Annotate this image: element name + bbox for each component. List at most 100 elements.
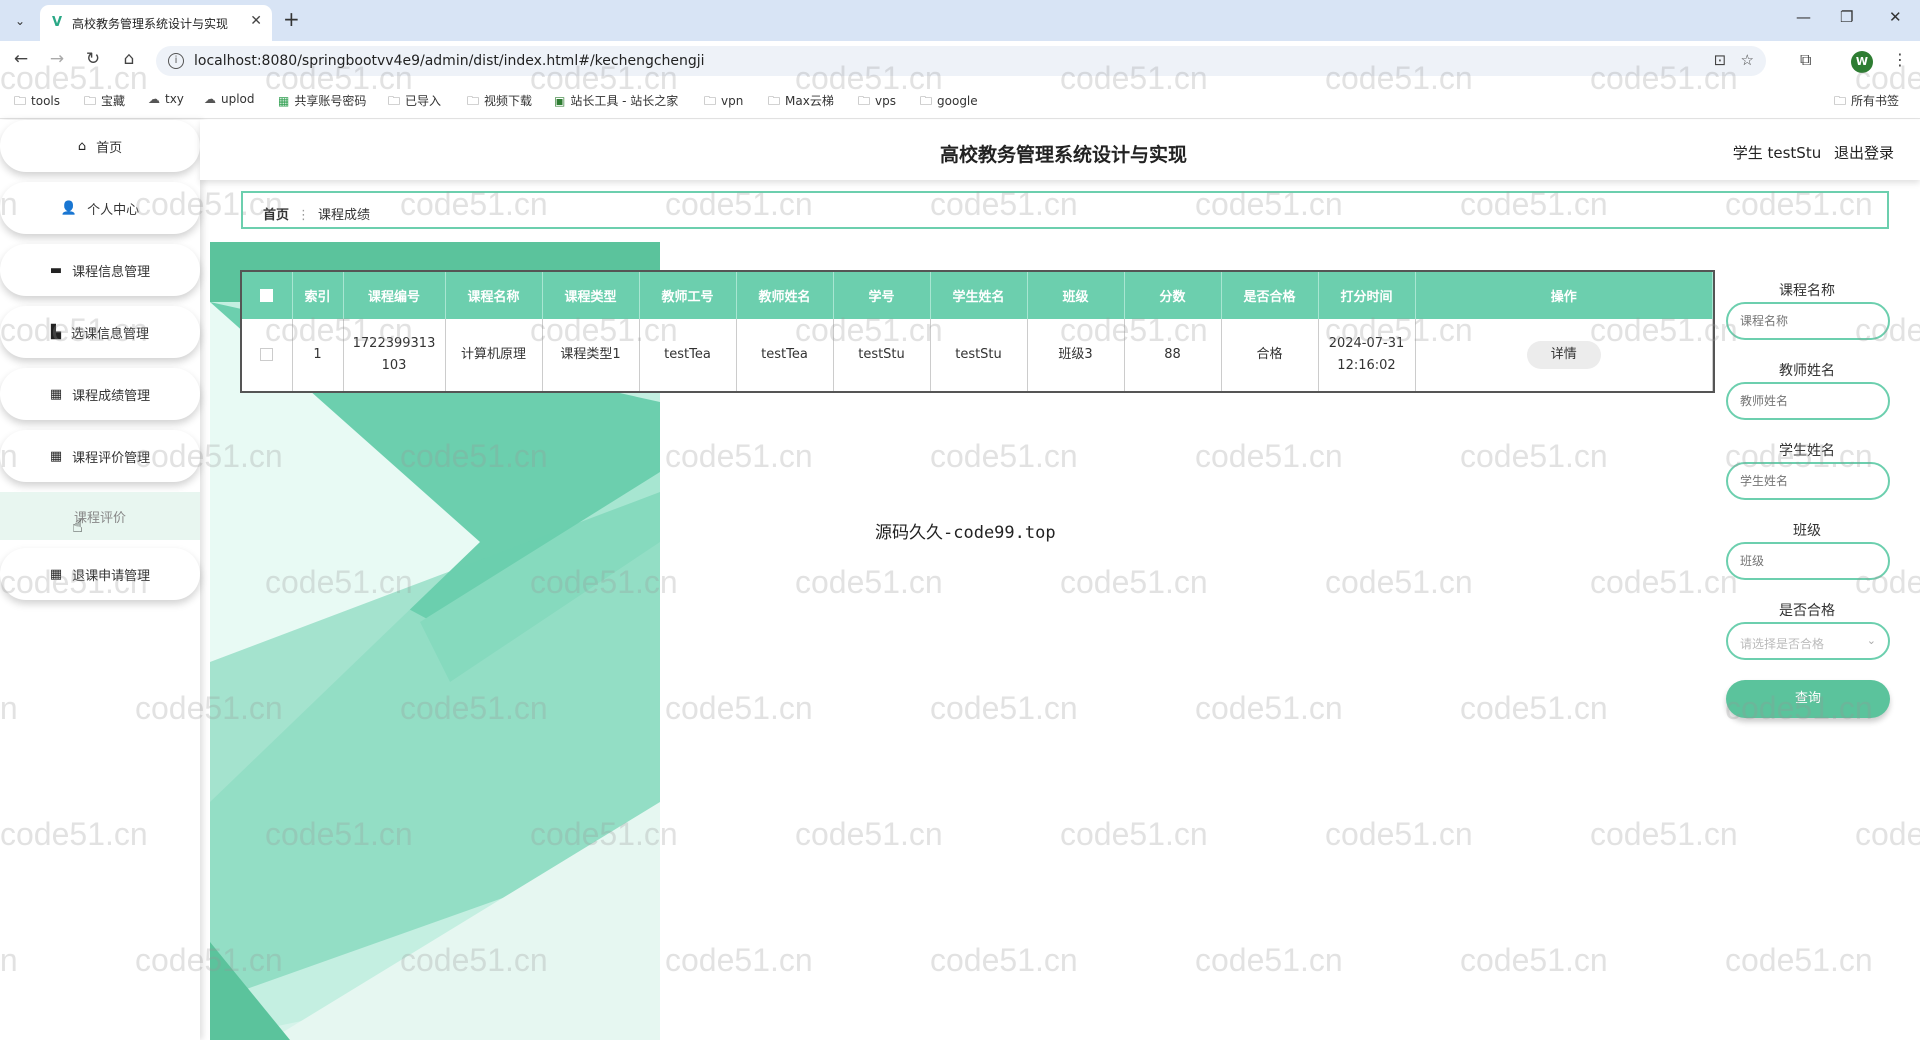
sidebar-item-enrollment[interactable]: ▙ 选课信息管理 bbox=[0, 306, 200, 358]
breadcrumb-current: 课程成绩 bbox=[318, 208, 371, 223]
column-header: 学生姓名 bbox=[930, 272, 1028, 319]
close-window-icon[interactable]: ✕ bbox=[1889, 8, 1902, 26]
sidebar-item-drop-course[interactable]: ▦ 退课申请管理 bbox=[0, 548, 200, 600]
folder-icon: 🗀 bbox=[768, 94, 781, 108]
course-name-label: 课程名称 bbox=[1779, 283, 1835, 299]
bookmark-item[interactable]: ☁ uplod bbox=[204, 92, 255, 106]
home-nav-icon[interactable]: ⌂ bbox=[117, 49, 141, 69]
cell-action: 详情 bbox=[1415, 319, 1713, 391]
column-header: 课程名称 bbox=[445, 272, 543, 319]
passed-select-placeholder: 请选择是否合格 bbox=[1740, 637, 1825, 651]
grid-icon: ▦ bbox=[49, 386, 63, 402]
bookmark-item[interactable]: 🗀 宝藏 bbox=[84, 92, 125, 113]
row-select-cell[interactable] bbox=[242, 319, 293, 391]
column-header: 索引 bbox=[292, 272, 344, 319]
student-name-label: 学生姓名 bbox=[1779, 443, 1835, 459]
forward-icon[interactable]: → bbox=[45, 49, 69, 69]
center-watermark-text: 源码久久-code99.top bbox=[875, 523, 1056, 543]
cell-course-no: 1722399313103 bbox=[343, 319, 446, 391]
folder-icon: 🗀 bbox=[467, 94, 480, 108]
column-header: 学号 bbox=[833, 272, 931, 319]
bookmark-item[interactable]: 🗀 vpn bbox=[704, 92, 743, 113]
tab-title: 高校教务管理系统设计与实现 bbox=[72, 17, 229, 31]
profile-avatar[interactable]: W bbox=[1851, 51, 1873, 73]
current-user: 学生 testStu bbox=[1732, 144, 1822, 162]
column-header: 课程类型 bbox=[542, 272, 640, 319]
column-header: 课程编号 bbox=[343, 272, 446, 319]
student-name-input[interactable] bbox=[1726, 462, 1890, 500]
bookmark-item[interactable]: ☁ txy bbox=[148, 92, 184, 106]
close-tab-icon[interactable]: ✕ bbox=[250, 13, 262, 29]
query-button[interactable]: 查询 bbox=[1726, 680, 1890, 718]
back-icon[interactable]: ← bbox=[9, 49, 33, 69]
tab-list-icon[interactable]: ⌄ bbox=[8, 9, 32, 33]
cell-student-name: testStu bbox=[930, 319, 1028, 391]
reload-icon[interactable]: ↻ bbox=[81, 49, 105, 69]
bookmark-star-icon[interactable]: ⊡ ☆ bbox=[1714, 51, 1754, 69]
cell-score: 88 bbox=[1124, 319, 1222, 391]
column-header: 分数 bbox=[1124, 272, 1222, 319]
address-bar[interactable]: i localhost:8080/springbootvv4e9/admin/d… bbox=[156, 46, 1766, 76]
grid-icon: ▦ bbox=[49, 566, 63, 582]
mouse-cursor-icon: ☝ bbox=[72, 516, 83, 537]
folder-icon: 🗀 bbox=[84, 94, 97, 108]
class-input[interactable] bbox=[1726, 542, 1890, 580]
logout-link[interactable]: 退出登录 bbox=[1834, 144, 1894, 162]
vue-favicon-icon: V bbox=[52, 15, 63, 30]
select-all-checkbox[interactable] bbox=[260, 289, 274, 302]
teacher-name-label: 教师姓名 bbox=[1779, 363, 1835, 379]
minimize-icon[interactable]: — bbox=[1796, 8, 1811, 26]
browser-tab[interactable]: V 高校教务管理系统设计与实现 ✕ bbox=[40, 5, 272, 41]
sidebar: ⌂ 首页 👤 个人中心 ▬ 课程信息管理 ▙ 选课信息管理 ▦ 课程成绩管理 ▦… bbox=[0, 120, 200, 1040]
folder-icon: 🗀 bbox=[14, 94, 27, 108]
restore-icon[interactable]: ❐ bbox=[1840, 8, 1853, 26]
table-header-row: 索引 课程编号 课程名称 课程类型 教师工号 教师姓名 学号 学生姓名 班级 分… bbox=[242, 272, 1713, 319]
column-header: 打分时间 bbox=[1318, 272, 1416, 319]
all-bookmarks[interactable]: 🗀 所有书签 bbox=[1834, 92, 1899, 113]
bookmark-item[interactable]: 🗀 vps bbox=[858, 92, 896, 113]
passed-select[interactable]: 请选择是否合格 ⌄ bbox=[1726, 622, 1890, 660]
table-row: 1 1722399313103 计算机原理 课程类型1 testTea test… bbox=[242, 319, 1713, 391]
bookmark-item[interactable]: ▦ 共享账号密码 bbox=[278, 92, 366, 109]
user-icon: 👤 bbox=[60, 200, 78, 216]
cell-course-type: 课程类型1 bbox=[542, 319, 640, 391]
browser-tabstrip: ⌄ V 高校教务管理系统设计与实现 ✕ + — ❐ ✕ bbox=[0, 0, 1920, 41]
url-text[interactable]: localhost:8080/springbootvv4e9/admin/dis… bbox=[194, 53, 705, 69]
sidebar-item-grades[interactable]: ▦ 课程成绩管理 bbox=[0, 368, 200, 420]
sidebar-item-evaluation[interactable]: ▦ 课程评价管理 bbox=[0, 430, 200, 482]
page-title: 高校教务管理系统设计与实现 bbox=[940, 144, 1188, 166]
cell-teacher-no: testTea bbox=[639, 319, 737, 391]
breadcrumb-home[interactable]: 首页 bbox=[263, 208, 289, 223]
course-name-input[interactable] bbox=[1726, 302, 1890, 340]
teacher-name-input[interactable] bbox=[1726, 382, 1890, 420]
grades-table: 索引 课程编号 课程名称 课程类型 教师工号 教师姓名 学号 学生姓名 班级 分… bbox=[240, 270, 1715, 393]
cell-class: 班级3 bbox=[1027, 319, 1125, 391]
class-label: 班级 bbox=[1793, 523, 1821, 539]
sidebar-item-profile[interactable]: 👤 个人中心 bbox=[0, 182, 200, 234]
site-info-icon[interactable]: i bbox=[168, 53, 184, 69]
bookmark-item[interactable]: ▣ 站长工具 - 站长之家 bbox=[554, 92, 678, 109]
folder-icon: 🗀 bbox=[388, 94, 401, 108]
top-header: 高校教务管理系统设计与实现 学生 testStu 退出登录 bbox=[200, 120, 1920, 180]
extensions-icon[interactable]: ⧉ bbox=[1800, 50, 1811, 70]
row-checkbox[interactable] bbox=[260, 348, 274, 361]
bookmark-item[interactable]: 🗀 tools bbox=[14, 92, 60, 113]
breadcrumb-separator: ⋮ bbox=[297, 208, 311, 223]
cell-teacher-name: testTea bbox=[736, 319, 834, 391]
chevron-down-icon: ⌄ bbox=[1866, 634, 1876, 647]
bookmarks-bar: 🗀 tools 🗀 宝藏 ☁ txy ☁ uplod ▦ 共享账号密码 🗀 已导入 🗀 视频下… bbox=[0, 81, 1920, 119]
sidebar-item-home[interactable]: ⌂ 首页 bbox=[0, 120, 200, 172]
cell-student-no: testStu bbox=[833, 319, 931, 391]
browser-menu-icon[interactable]: ⋮ bbox=[1892, 50, 1908, 69]
bookmark-item[interactable]: 🗀 视频下载 bbox=[467, 92, 532, 113]
bookmark-item[interactable]: 🗀 google bbox=[920, 92, 978, 113]
bookmark-item[interactable]: 🗀 Max云梯 bbox=[768, 92, 834, 113]
select-all-header[interactable] bbox=[242, 272, 293, 319]
detail-button[interactable]: 详情 bbox=[1526, 341, 1601, 369]
cell-index: 1 bbox=[292, 319, 344, 391]
new-tab-icon[interactable]: + bbox=[283, 7, 300, 31]
bookmark-item[interactable]: 🗀 已导入 bbox=[388, 92, 441, 113]
submenu-course-evaluation[interactable]: 课程评价 bbox=[0, 492, 200, 540]
site-icon: ▣ bbox=[554, 94, 566, 108]
sidebar-item-course-info[interactable]: ▬ 课程信息管理 bbox=[0, 244, 200, 296]
